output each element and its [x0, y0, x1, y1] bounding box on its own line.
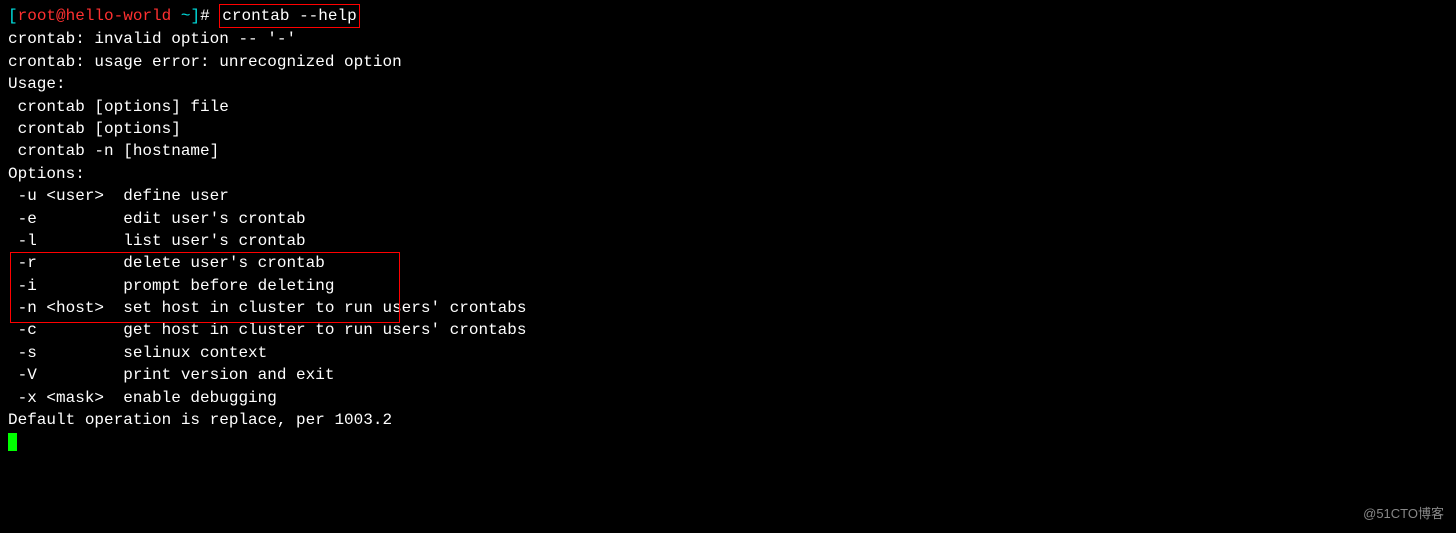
output-line: Usage: [8, 73, 1448, 95]
prompt-host: hello-world [66, 7, 172, 25]
output-line: -e edit user's crontab [8, 208, 1448, 230]
output-line: crontab: usage error: unrecognized optio… [8, 51, 1448, 73]
prompt-close-bracket: ] [190, 7, 200, 25]
prompt-hash: # [200, 7, 219, 25]
output-line: crontab [options] file [8, 96, 1448, 118]
prompt-at: @ [56, 7, 66, 25]
output-line: crontab -n [hostname] [8, 140, 1448, 162]
prompt-line[interactable]: [root@hello-world ~]# crontab --help [8, 4, 1448, 28]
output-line: Default operation is replace, per 1003.2 [8, 409, 1448, 431]
command-highlight-box: crontab --help [219, 4, 359, 28]
output-line: -l list user's crontab [8, 230, 1448, 252]
prompt-user: root [18, 7, 56, 25]
cursor-line[interactable] [8, 431, 1448, 453]
output-line: -x <mask> enable debugging [8, 387, 1448, 409]
options-highlight-box [10, 252, 400, 323]
output-line: crontab [options] [8, 118, 1448, 140]
cursor-block [8, 433, 17, 451]
command-text: crontab --help [222, 7, 356, 25]
output-line: -u <user> define user [8, 185, 1448, 207]
output-line: -s selinux context [8, 342, 1448, 364]
watermark-text: @51CTO博客 [1363, 505, 1444, 523]
output-line: -V print version and exit [8, 364, 1448, 386]
output-line: crontab: invalid option -- '-' [8, 28, 1448, 50]
output-line: Options: [8, 163, 1448, 185]
prompt-path: ~ [171, 7, 190, 25]
prompt-open-bracket: [ [8, 7, 18, 25]
